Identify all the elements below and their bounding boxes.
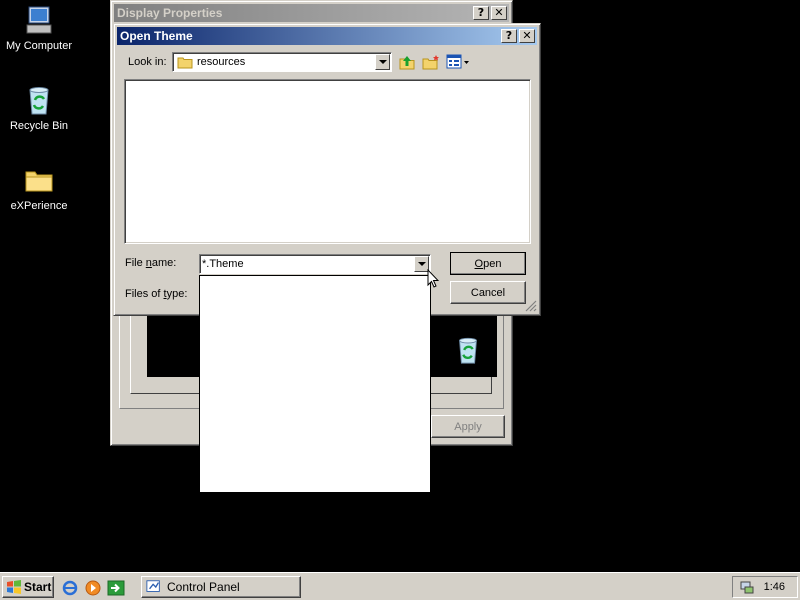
desktop-icon-recycle-bin[interactable]: Recycle Bin (0, 84, 78, 133)
desktop-icon-experience[interactable]: eXPerience (0, 164, 78, 213)
desktop-icon-label: My Computer (5, 40, 73, 52)
desktop-icon-label: eXPerience (10, 200, 68, 212)
close-button[interactable]: ✕ (519, 29, 535, 43)
desktop-icon-label: Recycle Bin (9, 120, 69, 132)
help-button[interactable]: ? (501, 29, 517, 43)
folder-icon (25, 171, 53, 192)
folder-icon (177, 57, 193, 69)
files-of-type-label: Files of type: (125, 288, 188, 300)
desktop-icon-my-computer[interactable]: My Computer (0, 4, 78, 53)
file-name-label: File name: (125, 257, 177, 269)
look-in-label: Look in: (128, 56, 167, 68)
file-name-input[interactable]: *.Theme (202, 258, 244, 270)
open-theme-dialog: Open Theme ? ✕ Look in: resources File n… (113, 23, 541, 316)
my-computer-icon (26, 6, 52, 34)
show-desktop-icon[interactable] (107, 579, 125, 597)
file-name-combobox[interactable]: *.Theme (199, 254, 431, 274)
windows-logo-icon (7, 580, 21, 594)
window-title: Open Theme (120, 29, 193, 43)
recycle-bin-icon (459, 337, 477, 364)
view-menu-icon[interactable] (446, 54, 470, 70)
control-panel-icon (146, 580, 160, 592)
apply-button[interactable]: Apply (431, 415, 505, 438)
close-button[interactable]: ✕ (491, 6, 507, 20)
chevron-down-icon[interactable] (375, 54, 390, 70)
look-in-combobox[interactable]: resources (172, 52, 392, 72)
display-properties-titlebar[interactable]: Display Properties ? ✕ (114, 4, 509, 22)
file-list[interactable] (124, 79, 531, 244)
start-button[interactable]: Start (2, 576, 54, 598)
cursor-icon (427, 269, 439, 288)
open-theme-titlebar[interactable]: Open Theme ? ✕ (117, 27, 537, 45)
media-player-icon[interactable] (84, 579, 102, 597)
recycle-bin-icon (29, 87, 49, 115)
up-one-level-icon[interactable] (398, 53, 416, 71)
internet-explorer-icon[interactable] (61, 579, 79, 597)
open-button[interactable]: Open (450, 252, 526, 275)
clock[interactable]: 1:46 (764, 581, 785, 593)
resize-grip-icon[interactable] (525, 300, 537, 312)
cancel-button[interactable]: Cancel (450, 281, 526, 304)
taskbar: Start Control Panel 1:46 (0, 572, 800, 600)
window-title: Display Properties (117, 6, 223, 20)
new-folder-icon[interactable] (422, 53, 440, 71)
help-button[interactable]: ? (473, 6, 489, 20)
network-icon[interactable] (739, 579, 755, 595)
file-name-dropdown-list[interactable] (199, 275, 431, 493)
taskbar-button-control-panel[interactable]: Control Panel (141, 576, 301, 598)
system-tray: 1:46 (732, 576, 798, 598)
